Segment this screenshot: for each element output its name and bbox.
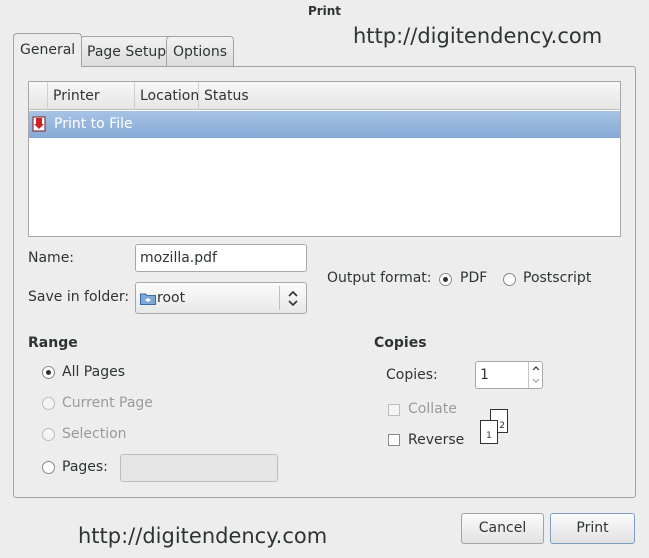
page-1-icon: 1 xyxy=(480,420,498,444)
pdf-label[interactable]: PDF xyxy=(460,270,487,286)
cancel-button[interactable]: Cancel xyxy=(461,513,544,544)
chevron-up-down-icon xyxy=(288,290,298,307)
print-to-file-icon xyxy=(32,116,46,132)
reverse-checkbox[interactable] xyxy=(388,434,400,446)
tab-general[interactable]: General xyxy=(13,33,83,67)
combo-separator xyxy=(279,286,280,310)
copies-label: Copies: xyxy=(386,367,438,383)
radio-postscript[interactable] xyxy=(503,273,516,286)
pages-input[interactable] xyxy=(120,454,278,482)
printer-list[interactable]: Printer Location Status Print to File xyxy=(28,81,621,237)
radio-selection[interactable] xyxy=(42,428,55,441)
all-pages-label[interactable]: All Pages xyxy=(62,364,125,380)
spin-up-icon[interactable] xyxy=(532,365,540,371)
folder-combo[interactable]: root xyxy=(135,282,307,314)
output-format-label: Output format: xyxy=(327,270,432,286)
name-input[interactable]: mozilla.pdf xyxy=(135,244,307,272)
reverse-label[interactable]: Reverse xyxy=(408,432,464,448)
collate-checkbox[interactable] xyxy=(388,404,400,416)
spinner-buttons xyxy=(528,362,542,388)
selection-label[interactable]: Selection xyxy=(62,426,127,442)
tab-page-setup[interactable]: Page Setup xyxy=(80,36,174,66)
copies-spinner[interactable]: 1 xyxy=(475,361,543,389)
collate-preview-icon: 2 1 xyxy=(480,409,510,445)
column-status[interactable]: Status xyxy=(198,82,598,110)
tab-options[interactable]: Options xyxy=(166,36,235,66)
watermark-bottom: http://digitendency.com xyxy=(78,524,328,548)
radio-all-pages[interactable] xyxy=(42,366,55,379)
radio-current-page[interactable] xyxy=(42,397,55,410)
folder-icon xyxy=(140,293,156,305)
column-printer[interactable]: Printer xyxy=(47,82,134,110)
spin-down-icon[interactable] xyxy=(532,378,540,384)
folder-label: Save in folder: xyxy=(28,289,130,305)
column-location[interactable]: Location xyxy=(134,82,199,110)
current-page-label[interactable]: Current Page xyxy=(62,395,153,411)
print-button[interactable]: Print xyxy=(550,513,635,544)
copies-value: 1 xyxy=(480,367,489,383)
printer-list-header: Printer Location Status xyxy=(29,82,620,110)
range-title: Range xyxy=(28,335,78,351)
postscript-label[interactable]: Postscript xyxy=(523,270,591,286)
radio-pdf[interactable] xyxy=(439,273,452,286)
collate-label[interactable]: Collate xyxy=(408,401,457,417)
printer-row-print-to-file[interactable]: Print to File xyxy=(29,111,620,138)
watermark-top: http://digitendency.com xyxy=(353,24,603,48)
printer-name: Print to File xyxy=(54,116,133,132)
folder-value: root xyxy=(157,290,186,306)
name-label: Name: xyxy=(28,250,75,266)
copies-title: Copies xyxy=(374,335,427,351)
window-title: Print xyxy=(307,4,342,18)
radio-pages[interactable] xyxy=(42,461,55,474)
pages-label[interactable]: Pages: xyxy=(62,459,108,475)
